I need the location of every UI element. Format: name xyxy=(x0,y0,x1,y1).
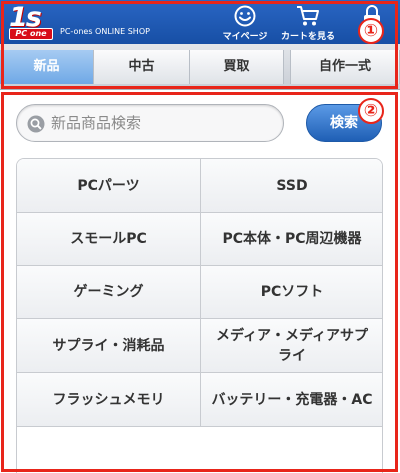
search-input[interactable] xyxy=(51,109,276,137)
header-bar: 1s PC one PC-ones ONLINE SHOP マイページ カートを… xyxy=(0,0,400,44)
logo-plate: PC one xyxy=(9,28,53,40)
category-supplies[interactable]: サプライ・消耗品 xyxy=(17,319,200,373)
category-small-pc[interactable]: スモールPC xyxy=(17,213,200,266)
site-logo[interactable]: 1s PC one xyxy=(9,2,53,40)
category-battery-charger[interactable]: バッテリー・充電器・AC xyxy=(200,373,382,427)
category-tabs: 新品 中古 買取 自作一式 xyxy=(0,44,400,90)
search-icon xyxy=(27,115,45,133)
tab-new[interactable]: 新品 xyxy=(0,50,94,84)
cart-button[interactable]: カートを見る xyxy=(274,4,342,42)
tab-diy-set[interactable]: 自作一式 xyxy=(290,50,400,84)
category-gaming[interactable]: ゲーミング xyxy=(17,266,200,319)
cart-icon xyxy=(297,6,319,26)
category-pc-parts[interactable]: PCパーツ xyxy=(17,159,200,213)
smiley-icon xyxy=(234,5,256,27)
category-grid: PCパーツ SSD スモールPC PC本体・PC周辺機器 ゲーミング PCソフト… xyxy=(16,158,383,473)
category-media-supplies[interactable]: メディア・メディアサプライ xyxy=(200,319,382,373)
shop-name: PC-ones ONLINE SHOP xyxy=(60,27,150,36)
category-pc-peripherals[interactable]: PC本体・PC周辺機器 xyxy=(200,213,382,266)
search-box xyxy=(16,104,284,142)
category-flash-memory[interactable]: フラッシュメモリ xyxy=(17,373,200,427)
tab-buy[interactable]: 買取 xyxy=(190,50,284,84)
annotation-number-2: ② xyxy=(358,98,384,124)
category-pc-software[interactable]: PCソフト xyxy=(200,266,382,319)
category-ssd[interactable]: SSD xyxy=(200,159,382,213)
cart-label: カートを見る xyxy=(280,32,335,42)
mypage-button[interactable]: マイページ xyxy=(217,4,273,42)
mypage-label: マイページ xyxy=(222,32,268,42)
annotation-number-1: ① xyxy=(358,18,384,44)
tab-used[interactable]: 中古 xyxy=(94,50,190,84)
